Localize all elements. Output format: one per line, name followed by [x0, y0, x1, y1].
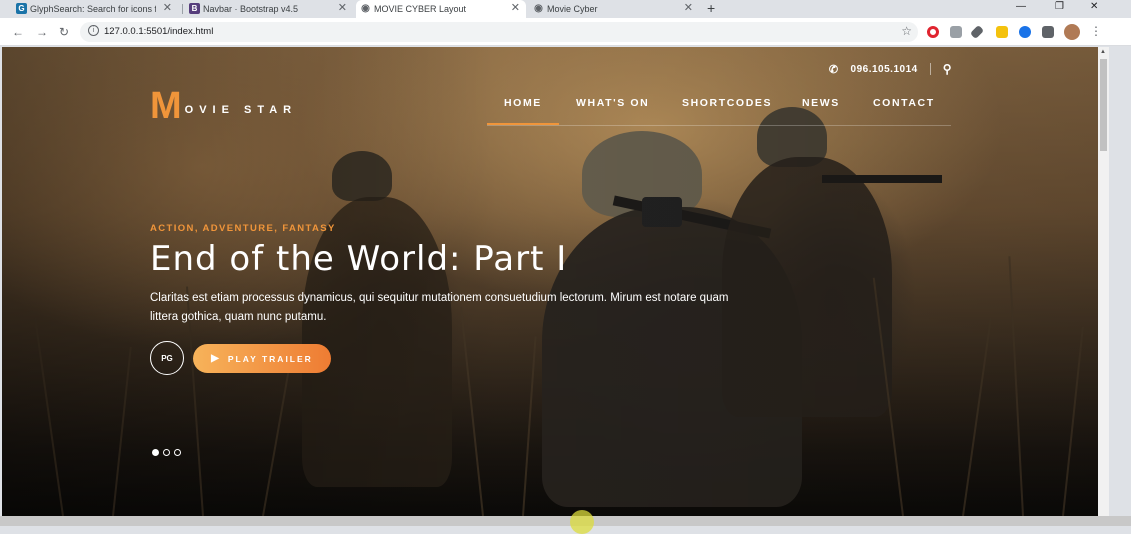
glyphsearch-favicon-icon: G — [16, 3, 27, 14]
bottom-strip — [0, 516, 1131, 526]
new-tab-button[interactable]: + — [707, 0, 715, 16]
search-icon[interactable]: ⚲ — [943, 62, 952, 76]
restore-icon[interactable]: ❐ — [1055, 1, 1064, 12]
url-text[interactable]: 127.0.0.1:5501/index.html — [104, 26, 213, 37]
close-tab-icon[interactable]: ✕ — [684, 1, 693, 14]
movie-genres: ACTION, ADVENTURE, FANTASY — [150, 223, 336, 234]
tab-glyphsearch[interactable]: G GlyphSearch: Search for icons fro ✕ — [12, 0, 178, 18]
back-arrow-icon[interactable]: ← — [12, 25, 24, 39]
camera-icon[interactable] — [950, 26, 962, 38]
rating-badge: PG — [150, 341, 184, 375]
nav-news[interactable]: NEWS — [802, 97, 840, 109]
close-tab-icon[interactable]: ✕ — [163, 1, 172, 14]
scrollbar-thumb[interactable] — [1100, 59, 1107, 151]
info-icon[interactable]: i — [88, 25, 99, 36]
close-tab-icon[interactable]: ✕ — [511, 1, 520, 14]
top-contact-bar: ✆ 096.105.1014 ⚲ — [829, 62, 952, 76]
slider-dot[interactable] — [163, 449, 170, 456]
nav-whats-on[interactable]: WHAT'S ON — [576, 97, 649, 109]
puzzle-icon[interactable] — [1042, 26, 1054, 38]
tab-title: MOVIE CYBER Layout — [374, 4, 467, 14]
topbar-divider — [929, 63, 931, 75]
movie-title: End of the World: Part I — [150, 239, 568, 279]
play-trailer-label: PLAY TRAILER — [227, 353, 313, 364]
close-tab-icon[interactable]: ✕ — [338, 1, 347, 14]
opera-icon[interactable] — [927, 26, 939, 38]
tab-navbar-bootstrap[interactable]: B Navbar · Bootstrap v4.5 ✕ — [185, 0, 353, 18]
blue-ext-icon[interactable] — [1019, 26, 1031, 38]
menu-kebab-icon[interactable]: ⋮ — [1090, 24, 1102, 38]
reload-icon[interactable]: ↻ — [59, 25, 69, 39]
eyedropper-icon[interactable] — [969, 24, 985, 40]
address-toolbar: ← → ↻ i 127.0.0.1:5501/index.html ☆ ⋮ — [0, 18, 1131, 46]
scroll-up-arrow-icon[interactable]: ▲ — [1100, 49, 1106, 55]
address-bar[interactable]: i 127.0.0.1:5501/index.html ☆ — [80, 22, 918, 42]
phone-icon: ✆ — [828, 63, 839, 76]
play-trailer-button[interactable]: ▶ PLAY TRAILER — [193, 344, 331, 373]
bootstrap-favicon-icon: B — [189, 3, 200, 14]
tab-movie-cyber[interactable]: ◉ Movie Cyber ✕ — [529, 0, 699, 18]
hero-section: ✆ 096.105.1014 ⚲ M OVIE STAR HOME WHAT'S… — [2, 47, 1098, 516]
phone-number[interactable]: 096.105.1014 — [851, 64, 918, 75]
globe-favicon-icon: ◉ — [361, 3, 370, 14]
browser-tab-strip: G GlyphSearch: Search for icons fro ✕ B … — [0, 0, 1131, 18]
tab-title: Navbar · Bootstrap v4.5 — [203, 4, 299, 14]
site-logo[interactable]: M OVIE STAR — [150, 87, 297, 125]
logo-text: OVIE STAR — [184, 104, 298, 116]
nav-home[interactable]: HOME — [504, 97, 542, 109]
mouse-cursor-highlight — [570, 510, 594, 534]
minimize-icon[interactable]: — — [1016, 1, 1026, 12]
tab-title: GlyphSearch: Search for icons fro — [30, 4, 156, 14]
slider-dot[interactable] — [152, 449, 159, 456]
tab-title: Movie Cyber — [547, 4, 598, 14]
bookmark-star-icon[interactable]: ☆ — [901, 24, 912, 38]
forward-arrow-icon[interactable]: → — [36, 25, 48, 39]
slider-dot[interactable] — [174, 449, 181, 456]
active-nav-indicator — [487, 123, 559, 125]
nav-contact[interactable]: CONTACT — [873, 97, 935, 109]
page-scrollbar[interactable]: ▲ — [1098, 47, 1109, 526]
tab-movie-cyber-layout[interactable]: ◉ MOVIE CYBER Layout ✕ — [356, 0, 526, 18]
globe-favicon-icon: ◉ — [534, 3, 543, 14]
logo-mark: M — [150, 85, 182, 127]
slider-pagination — [152, 449, 181, 456]
movie-description: Claritas est etiam processus dynamicus, … — [150, 292, 729, 323]
yellow-ext-icon[interactable] — [996, 26, 1008, 38]
main-navigation: HOME WHAT'S ON SHORTCODES NEWS CONTACT — [487, 97, 951, 126]
nav-shortcodes[interactable]: SHORTCODES — [682, 97, 772, 109]
profile-avatar[interactable] — [1064, 24, 1080, 40]
close-window-icon[interactable]: ✕ — [1090, 1, 1098, 12]
play-icon: ▶ — [211, 353, 221, 364]
tab-divider — [182, 4, 183, 14]
